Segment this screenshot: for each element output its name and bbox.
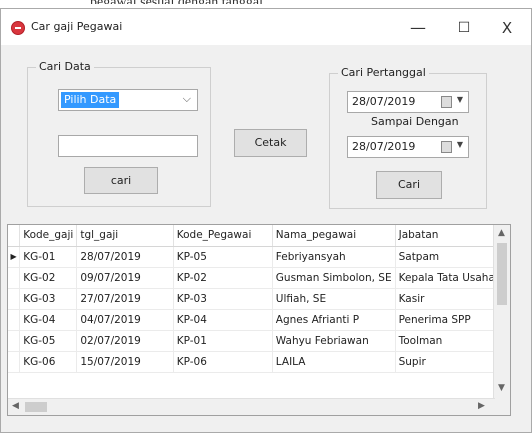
cetak-button[interactable]: Cetak [234, 129, 307, 157]
table-cell[interactable]: Ulfiah, SE [272, 288, 396, 310]
cari-button[interactable]: cari [84, 167, 158, 194]
from-date-value: 28/07/2019 [352, 95, 416, 108]
table-row[interactable]: KG-05 02/07/2019 KP-01 Wahyu Febriawan T… [8, 330, 510, 352]
row-header [8, 309, 21, 331]
minimize-button[interactable]: — [398, 15, 438, 41]
table-row[interactable]: KG-06 15/07/2019 KP-06 LAILA Supir [8, 351, 510, 373]
sampai-dengan-label: Sampai Dengan [371, 115, 459, 128]
row-header [8, 267, 21, 289]
table-row[interactable]: ▶ KG-01 28/07/2019 KP-05 Febriyansyah Sa… [8, 246, 510, 268]
column-header[interactable]: Nama_pegawai [272, 225, 396, 247]
cari-tanggal-button[interactable]: Cari [376, 171, 442, 199]
data-grid[interactable]: Kode_gaji tgl_gaji Kode_Pegawai Nama_peg… [7, 224, 511, 416]
page-caption-fragment: pegawai sesuai dengan tanggal [0, 0, 532, 4]
dropdown-arrow-icon: ▼ [456, 95, 463, 104]
maximize-button[interactable]: ☐ [444, 15, 484, 41]
table-cell[interactable]: KP-01 [173, 330, 273, 352]
vertical-scrollbar[interactable]: ▲ ▼ [493, 225, 510, 415]
column-header[interactable]: Kode_gaji [19, 225, 78, 247]
table-cell[interactable]: Gusman Simbolon, SE [272, 267, 396, 289]
column-header[interactable]: tgl_gaji [76, 225, 174, 247]
table-cell[interactable]: 15/07/2019 [76, 351, 174, 373]
dropdown-arrow-icon: ▼ [456, 140, 463, 149]
app-icon [11, 21, 25, 35]
table-cell[interactable]: 28/07/2019 [76, 246, 174, 268]
table-row[interactable]: KG-04 04/07/2019 KP-04 Agnes Afrianti P … [8, 309, 510, 331]
table-cell[interactable]: 04/07/2019 [76, 309, 174, 331]
scroll-left-icon[interactable]: ◀ [12, 401, 19, 411]
horizontal-scroll-thumb[interactable] [25, 402, 47, 412]
title-bar: Car gaji Pegawai — ☐ X [1, 9, 531, 45]
table-cell[interactable]: KP-03 [173, 288, 273, 310]
table-cell[interactable]: KG-05 [19, 330, 78, 352]
row-header-corner [8, 225, 21, 247]
row-header [8, 288, 21, 310]
calendar-icon [441, 141, 452, 153]
row-header [8, 351, 21, 373]
table-cell[interactable]: KP-02 [173, 267, 273, 289]
cari-pertanggal-group: Cari Pertanggal 28/07/2019 ▼ Sampai Deng… [329, 66, 487, 209]
table-cell[interactable]: KG-04 [19, 309, 78, 331]
gaji-table: Kode_gaji tgl_gaji Kode_Pegawai Nama_peg… [8, 225, 510, 373]
from-date-picker[interactable]: 28/07/2019 ▼ [347, 91, 469, 113]
table-cell[interactable]: KP-04 [173, 309, 273, 331]
data-select-value: Pilih Data [61, 92, 120, 108]
table-cell[interactable]: KG-06 [19, 351, 78, 373]
data-select[interactable]: Pilih Data ⌵ [58, 89, 198, 111]
table-header-row: Kode_gaji tgl_gaji Kode_Pegawai Nama_peg… [8, 225, 510, 247]
table-row[interactable]: KG-03 27/07/2019 KP-03 Ulfiah, SE Kasir [8, 288, 510, 310]
table-cell[interactable]: Febriyansyah [272, 246, 396, 268]
cari-pertanggal-group-label: Cari Pertanggal [338, 66, 429, 79]
current-row-marker-icon: ▶ [8, 246, 21, 268]
vertical-scroll-thumb[interactable] [497, 243, 507, 305]
search-input[interactable] [58, 135, 198, 157]
to-date-value: 28/07/2019 [352, 140, 416, 153]
table-cell[interactable]: LAILA [272, 351, 396, 373]
table-cell[interactable]: KG-03 [19, 288, 78, 310]
scroll-right-icon[interactable]: ▶ [478, 401, 485, 411]
cari-data-group: Cari Data Pilih Data ⌵ cari [27, 60, 211, 207]
table-cell[interactable]: KG-01 [19, 246, 78, 268]
horizontal-scrollbar[interactable]: ◀ ▶ [8, 398, 495, 415]
table-cell[interactable]: 02/07/2019 [76, 330, 174, 352]
table-cell[interactable]: KP-05 [173, 246, 273, 268]
table-row[interactable]: KG-02 09/07/2019 KP-02 Gusman Simbolon, … [8, 267, 510, 289]
close-button[interactable]: X [487, 15, 527, 41]
window-title: Car gaji Pegawai [31, 20, 123, 33]
scroll-up-icon[interactable]: ▲ [498, 228, 505, 238]
cari-data-group-label: Cari Data [36, 60, 94, 73]
column-header[interactable]: Kode_Pegawai [173, 225, 273, 247]
table-cell[interactable]: Wahyu Febriawan [272, 330, 396, 352]
table-cell[interactable]: 09/07/2019 [76, 267, 174, 289]
to-date-picker[interactable]: 28/07/2019 ▼ [347, 136, 469, 158]
table-cell[interactable]: KG-02 [19, 267, 78, 289]
app-window: Car gaji Pegawai — ☐ X Cari Data Pilih D… [0, 8, 532, 433]
calendar-icon [441, 96, 452, 108]
table-cell[interactable]: Agnes Afrianti P [272, 309, 396, 331]
scroll-down-icon[interactable]: ▼ [498, 383, 505, 393]
chevron-down-icon: ⌵ [182, 92, 191, 105]
row-header [8, 330, 21, 352]
table-cell[interactable]: KP-06 [173, 351, 273, 373]
table-cell[interactable]: 27/07/2019 [76, 288, 174, 310]
